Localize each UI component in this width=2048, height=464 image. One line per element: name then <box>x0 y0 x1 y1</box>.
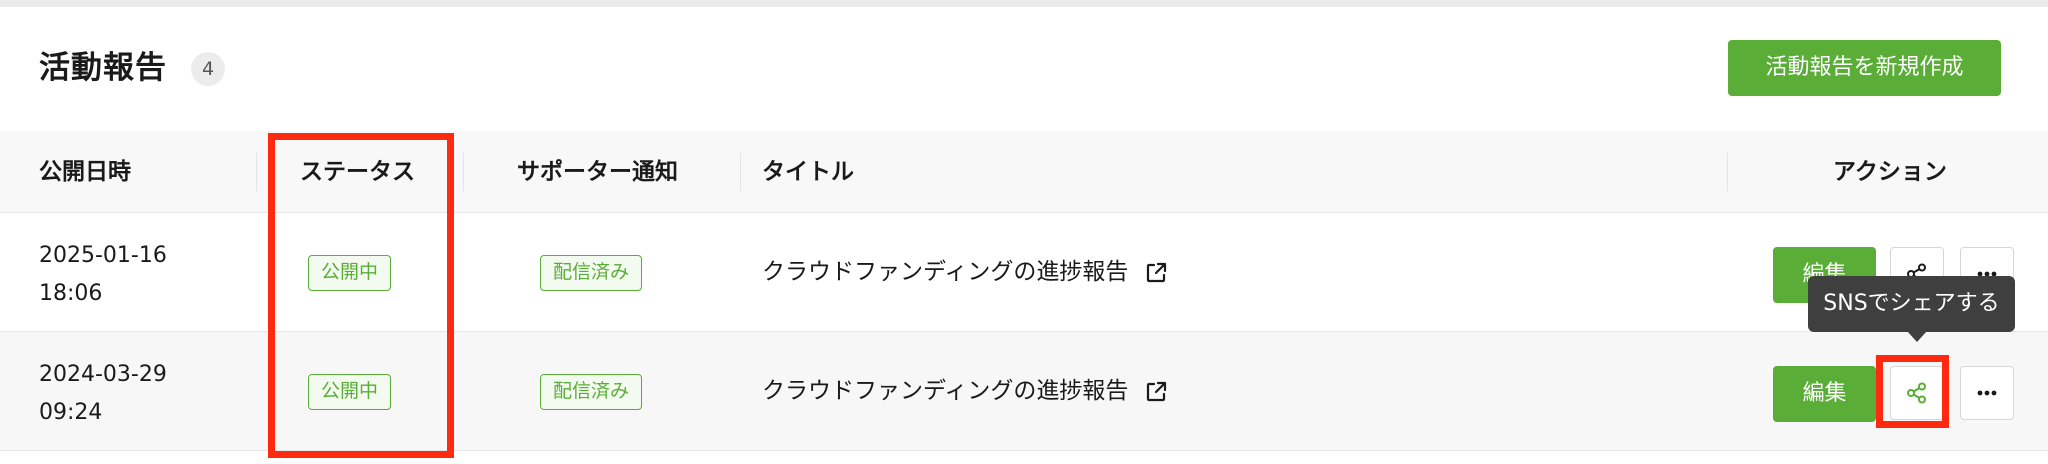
column-divider <box>256 153 257 191</box>
published-date: 2025-01-16 <box>39 243 167 268</box>
notice-badge: 配信済み <box>540 374 643 410</box>
column-header-supporter-notice: サポーター通知 <box>517 159 678 185</box>
column-header-published-at: 公開日時 <box>39 159 131 185</box>
column-divider <box>463 153 464 191</box>
published-datetime: 2024-03-29 09:24 <box>39 356 167 432</box>
activity-report-panel: 活動報告 4 活動報告を新規作成 公開日時 ステータス サポーター通知 タイトル… <box>0 0 2048 464</box>
tooltip-arrow <box>1907 331 1927 342</box>
column-divider <box>1727 153 1728 191</box>
more-horizontal-icon <box>1977 390 1997 396</box>
column-header-title: タイトル <box>762 159 854 185</box>
published-time: 18:06 <box>39 281 103 306</box>
published-datetime: 2025-01-16 18:06 <box>39 237 167 313</box>
new-report-button[interactable]: 活動報告を新規作成 <box>1728 40 2001 96</box>
count-badge: 4 <box>191 52 225 86</box>
external-link-icon[interactable] <box>1144 380 1168 404</box>
share-tooltip: SNSでシェアする <box>1808 276 2015 332</box>
top-divider <box>0 0 2048 7</box>
published-time: 09:24 <box>39 400 103 425</box>
share-button-highlight <box>1876 355 1949 428</box>
column-header-actions: アクション <box>1833 159 1947 185</box>
page-title: 活動報告 <box>39 50 167 86</box>
status-column-highlight <box>268 133 454 458</box>
column-divider <box>740 153 741 191</box>
notice-badge: 配信済み <box>540 255 643 291</box>
report-title-link[interactable]: クラウドファンディングの進捗報告 <box>762 372 1128 410</box>
published-date: 2024-03-29 <box>39 362 167 387</box>
more-actions-button[interactable] <box>1960 366 2014 420</box>
edit-button[interactable]: 編集 <box>1773 366 1876 422</box>
external-link-icon[interactable] <box>1144 261 1168 285</box>
report-title-link[interactable]: クラウドファンディングの進捗報告 <box>762 253 1128 291</box>
